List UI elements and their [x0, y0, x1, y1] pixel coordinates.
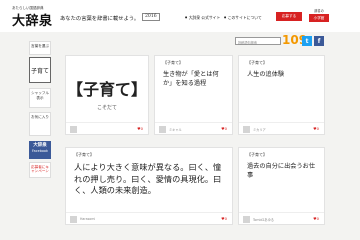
campaign-link[interactable]: 応募者にキャンペーン	[29, 162, 51, 178]
search-input[interactable]: 投稿語句検索	[235, 37, 281, 45]
username[interactable]: Tomid2あゆる	[253, 217, 274, 222]
entry-tag: 【子育て】	[74, 152, 94, 157]
entry-text: 過去の自分に出会うお仕事	[247, 163, 316, 179]
facebook-page-sub: Facebook	[32, 148, 48, 153]
about-link[interactable]: このサイトについて	[224, 15, 262, 21]
card-footer: ミカリア ♥0	[239, 122, 324, 134]
like-button[interactable]: ♥0	[221, 216, 227, 221]
apply-button[interactable]: 応募する	[276, 12, 302, 21]
avatar	[243, 125, 250, 133]
publisher-name: 小学館	[309, 14, 329, 22]
card-footer: ♥0	[66, 122, 148, 134]
current-word-button[interactable]: 子育て	[29, 57, 51, 83]
site-header: あたらしい国語辞典 大辞泉 あなたの言葉を辞書に載せよう。 2016 大辞泉 公…	[0, 0, 360, 32]
card-footer: Harasomi ♥0	[66, 212, 232, 224]
official-site-link[interactable]: 大辞泉 公式サイト	[185, 15, 221, 21]
facebook-icon[interactable]: f	[314, 36, 324, 46]
feature-reading: こそだて	[96, 105, 117, 111]
entry-tag: 【子育て】	[247, 152, 267, 157]
year-badge: 2016	[142, 12, 160, 21]
username[interactable]: ミカリア	[253, 127, 266, 132]
entry-text: 人により大きく意味が異なる。曰く、憧れの押し売り。曰く、愛情の具現化。曰く、人類…	[74, 162, 222, 195]
username[interactable]: ミキャル	[169, 127, 182, 132]
feature-word: 【子育て】	[66, 80, 147, 99]
word-feature-card: 【子育て】 こそだて ♥0	[65, 55, 149, 135]
like-button[interactable]: ♥0	[313, 126, 319, 131]
entry-card[interactable]: 【子育て】 生き物が「愛とは何か」を知る過程 ミキャル ♥0	[154, 55, 233, 135]
choose-word-button[interactable]: 言葉を選ぶ	[29, 41, 51, 55]
card-footer: ミキャル ♥0	[155, 122, 232, 134]
shuffle-button[interactable]: シャッフル表示	[29, 88, 51, 108]
twitter-icon[interactable]: t	[302, 36, 312, 46]
tagline: あなたの言葉を辞書に載せよう。	[60, 16, 140, 22]
entry-card[interactable]: 【子育て】 人により大きく意味が異なる。曰く、憧れの押し売り。曰く、愛情の具現化…	[65, 147, 233, 225]
entry-card[interactable]: 【子育て】 人生の追体験 ミカリア ♥0	[238, 55, 325, 135]
entry-tag: 【子育て】	[163, 60, 183, 65]
avatar	[70, 215, 77, 223]
username[interactable]: Harasomi	[80, 217, 95, 221]
entry-tag: 【子育て】	[247, 60, 267, 65]
like-button[interactable]: ♥0	[313, 216, 319, 221]
like-button[interactable]: ♥0	[137, 126, 143, 131]
card-footer: Tomid2あゆる ♥0	[239, 212, 324, 224]
avatar	[70, 125, 77, 133]
publisher-logo[interactable]: 辞書の 小学館	[309, 9, 329, 26]
like-button[interactable]: ♥0	[221, 126, 227, 131]
entry-card[interactable]: 【子育て】 過去の自分に出会うお仕事 Tomid2あゆる ♥0	[238, 147, 325, 225]
publisher-label: 辞書の	[314, 9, 324, 13]
avatar	[243, 215, 250, 223]
entry-text: 生き物が「愛とは何か」を知る過程	[163, 71, 219, 87]
facebook-page-link[interactable]: 大辞泉 Facebook	[29, 141, 51, 159]
site-logo[interactable]: 大辞泉	[12, 10, 53, 29]
avatar	[159, 125, 166, 133]
facebook-page-title: 大辞泉	[33, 143, 47, 148]
favorites-button[interactable]: お気に入り	[29, 112, 51, 136]
entry-text: 人生の追体験	[247, 71, 285, 78]
